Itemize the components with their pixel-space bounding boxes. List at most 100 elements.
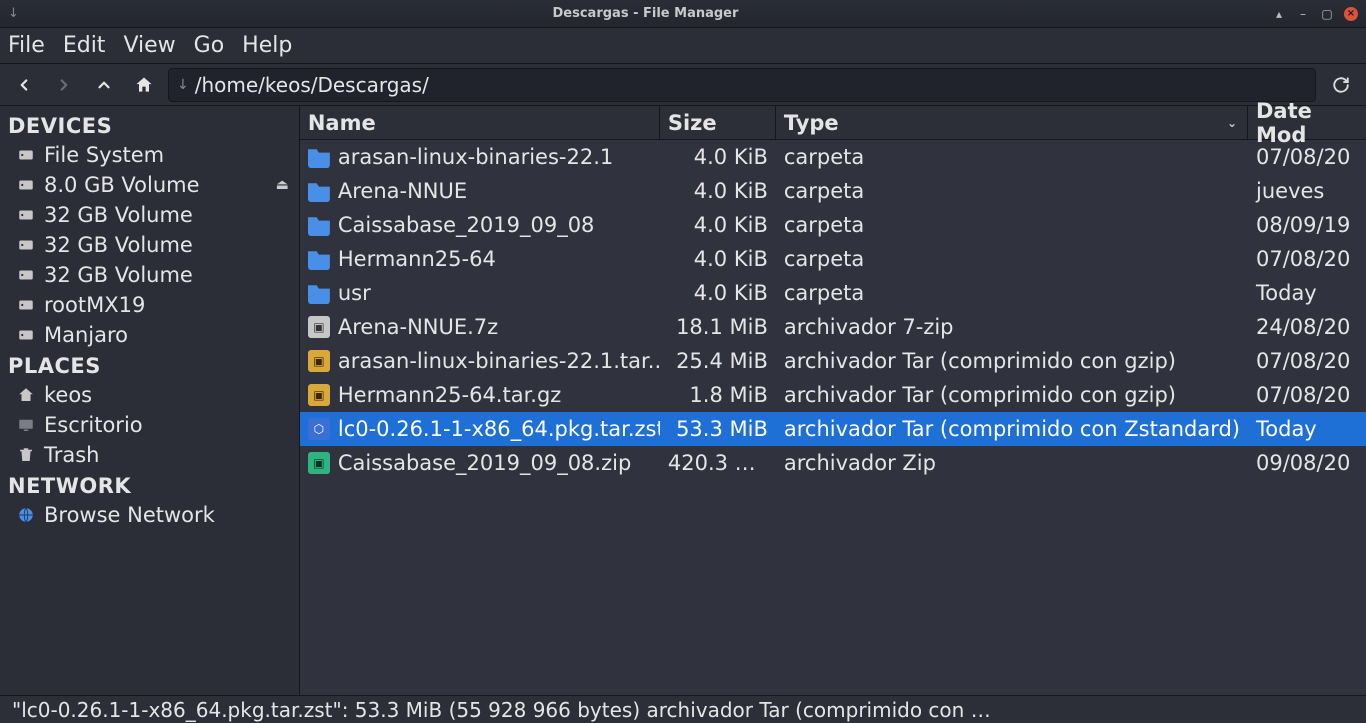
file-name: Arena-NNUE (338, 179, 467, 203)
file-type: carpeta (776, 179, 1248, 203)
file-name: Hermann25-64 (338, 247, 496, 271)
menu-go[interactable]: Go (194, 33, 225, 58)
file-date: jueves (1248, 179, 1366, 203)
file-row[interactable]: Hermann25-64.tar.gz1.8 MiBarchivador Tar… (300, 378, 1366, 412)
pkg-icon (308, 418, 330, 440)
sidebar-item-label: 32 GB Volume (44, 233, 193, 257)
sidebar-item-device-6[interactable]: Manjaro (0, 320, 299, 350)
file-row[interactable]: lc0-0.26.1-1-x86_64.pkg.tar.zst53.3 MiBa… (300, 412, 1366, 446)
menu-file[interactable]: File (8, 33, 45, 58)
file-name: arasan-linux-binaries-22.1 (338, 145, 613, 169)
file-size: 4.0 KiB (660, 145, 776, 169)
sidebar-item-network-0[interactable]: Browse Network (0, 500, 299, 530)
file-name-cell: Hermann25-64.tar.gz (300, 383, 660, 407)
status-bar: "lc0-0.26.1-1-x86_64.pkg.tar.zst": 53.3 … (0, 695, 1366, 723)
window-maximize-button[interactable]: ▢ (1320, 7, 1334, 21)
file-date: Today (1248, 281, 1366, 305)
forward-button[interactable] (48, 69, 80, 101)
folder-icon (308, 248, 330, 270)
file-date: Today (1248, 417, 1366, 441)
file-date: 07/08/20 (1248, 247, 1366, 271)
file-type: archivador Tar (comprimido con gzip) (776, 383, 1248, 407)
file-type: archivador Tar (comprimido con gzip) (776, 349, 1248, 373)
back-button[interactable] (8, 69, 40, 101)
file-row[interactable]: Arena-NNUE4.0 KiBcarpetajueves (300, 174, 1366, 208)
file-rows[interactable]: arasan-linux-binaries-22.14.0 KiBcarpeta… (300, 140, 1366, 695)
home-button[interactable] (128, 69, 160, 101)
file-type: carpeta (776, 213, 1248, 237)
sidebar-item-device-3[interactable]: 32 GB Volume (0, 230, 299, 260)
archive-icon (308, 350, 330, 372)
sidebar-item-device-4[interactable]: 32 GB Volume (0, 260, 299, 290)
file-name-cell: Caissabase_2019_09_08 (300, 213, 660, 237)
file-row[interactable]: Caissabase_2019_09_08 4.0 KiBcarpeta08/09… (300, 208, 1366, 242)
location-indicator-icon: ↓ (177, 77, 189, 93)
file-size: 1.8 MiB (660, 383, 776, 407)
column-name[interactable]: Name (300, 106, 660, 139)
file-name-cell: arasan-linux-binaries-22.1 (300, 145, 660, 169)
file-date: 09/08/20 (1248, 451, 1366, 475)
file-name: Arena-NNUE.7z (338, 315, 498, 339)
sidebar-item-device-1[interactable]: 8.0 GB Volume⏏ (0, 170, 299, 200)
menu-help[interactable]: Help (242, 33, 292, 58)
sidebar-item-label: Browse Network (44, 503, 215, 527)
globe-icon (16, 505, 36, 525)
sidebar-item-place-0[interactable]: keos (0, 380, 299, 410)
sidebar-item-device-2[interactable]: 32 GB Volume (0, 200, 299, 230)
window-shade-button[interactable]: ▴ (1272, 7, 1286, 21)
file-size: 4.0 KiB (660, 213, 776, 237)
sidebar-heading-places: PLACES (0, 350, 299, 380)
file-name: arasan-linux-binaries-22.1.tar.… (338, 349, 660, 373)
sidebar-item-label: rootMX19 (44, 293, 145, 317)
sidebar-item-label: File System (44, 143, 164, 167)
window-close-button[interactable]: × (1344, 7, 1358, 21)
window-titlebar: ↓ Descargas - File Manager ▴ – ▢ × (0, 0, 1366, 28)
reload-button[interactable] (1324, 69, 1358, 101)
menu-edit[interactable]: Edit (63, 33, 106, 58)
sidebar-heading-devices: DEVICES (0, 110, 299, 140)
file-row[interactable]: Caissabase_2019_09_08.zip420.3 MiBarchiv… (300, 446, 1366, 480)
location-bar[interactable]: ↓ /home/keos/Descargas/ (168, 68, 1316, 102)
file-size: 4.0 KiB (660, 247, 776, 271)
eject-icon[interactable]: ⏏ (276, 177, 289, 193)
file-row[interactable]: usr4.0 KiBcarpetaToday (300, 276, 1366, 310)
file-row[interactable]: Hermann25-644.0 KiBcarpeta07/08/20 (300, 242, 1366, 276)
file-date: 07/08/20 (1248, 349, 1366, 373)
file-name-cell: Arena-NNUE (300, 179, 660, 203)
file-size: 53.3 MiB (660, 417, 776, 441)
column-date[interactable]: Date Mod (1248, 106, 1366, 139)
file-type: archivador Tar (comprimido con Zstandard… (776, 417, 1248, 441)
file-name: Caissabase_2019_09_08 (338, 213, 595, 237)
file-row[interactable]: arasan-linux-binaries-22.1 4.0 KiBcarpeta… (300, 140, 1366, 174)
file-row[interactable]: Arena-NNUE.7z18.1 MiBarchivador 7-zip24/… (300, 310, 1366, 344)
file-date: 24/08/20 (1248, 315, 1366, 339)
sidebar-item-place-2[interactable]: Trash (0, 440, 299, 470)
titlebar-pin-icon[interactable]: ↓ (0, 6, 27, 21)
trash-icon (16, 445, 36, 465)
column-size[interactable]: Size (660, 106, 776, 139)
file-name-cell: Hermann25-64 (300, 247, 660, 271)
file-type: carpeta (776, 145, 1248, 169)
sidebar-item-device-0[interactable]: File System (0, 140, 299, 170)
file-size: 420.3 MiB (660, 451, 776, 475)
sevenz-icon (308, 316, 330, 338)
file-name-cell: Arena-NNUE.7z (300, 315, 660, 339)
sidebar-item-label: keos (44, 383, 92, 407)
drive-icon (16, 175, 36, 195)
sidebar-item-device-5[interactable]: rootMX19 (0, 290, 299, 320)
sidebar-item-place-1[interactable]: Escritorio (0, 410, 299, 440)
sidebar-item-label: 32 GB Volume (44, 203, 193, 227)
file-date: 07/08/20 (1248, 145, 1366, 169)
file-name-cell: usr (300, 281, 660, 305)
file-name: usr (338, 281, 371, 305)
folder-icon (308, 180, 330, 202)
file-date: 08/09/19 (1248, 213, 1366, 237)
column-type[interactable]: Type ⌄ (776, 106, 1248, 139)
window-minimize-button[interactable]: – (1296, 7, 1310, 21)
sidebar-item-label: Escritorio (44, 413, 143, 437)
file-row[interactable]: arasan-linux-binaries-22.1.tar.…25.4 MiB… (300, 344, 1366, 378)
menu-view[interactable]: View (123, 33, 175, 58)
folder-icon (308, 214, 330, 236)
up-button[interactable] (88, 69, 120, 101)
file-size: 4.0 KiB (660, 281, 776, 305)
